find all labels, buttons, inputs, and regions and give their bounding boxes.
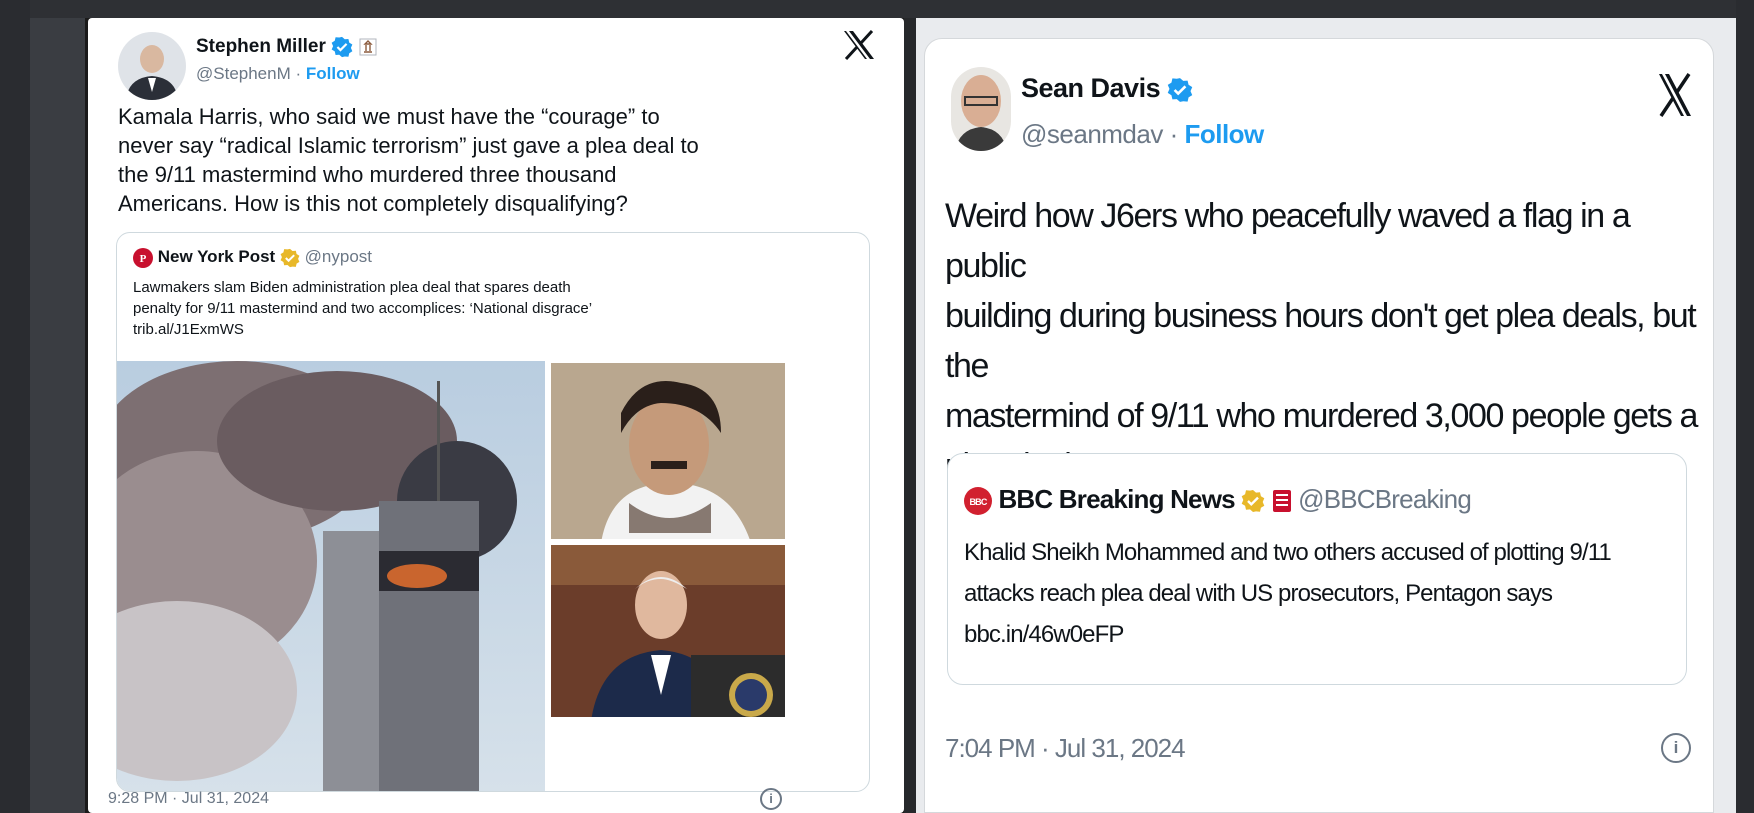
wtc-smoke-photo[interactable]	[117, 361, 545, 791]
verified-badge-icon	[1167, 77, 1193, 102]
bbc-news-logo-icon: BBC	[964, 487, 992, 516]
quote-headline: Lawmakers slam Biden administration plea…	[133, 277, 592, 340]
author-handle-row: @seanmdav · Follow	[1021, 119, 1264, 150]
government-badge-icon	[359, 38, 377, 56]
khalid-sheikh-mohammed-photo[interactable]	[549, 361, 787, 541]
quote-header: BBC BBC Breaking News @BBCBreaking	[964, 484, 1472, 516]
quote-headline-line: Khalid Sheikh Mohammed and two others ac…	[964, 539, 1612, 566]
tweet-line: mastermind of 9/11 who murdered 3,000 pe…	[945, 397, 1698, 435]
separator: ·	[290, 64, 306, 83]
affiliate-badge-icon	[1272, 490, 1291, 513]
follow-button[interactable]: Follow	[306, 64, 360, 83]
svg-text:P: P	[140, 253, 147, 265]
avatar[interactable]	[118, 32, 186, 100]
tweet-text: Kamala Harris, who said we must have the…	[118, 102, 699, 218]
panel-divider	[904, 18, 916, 813]
author-handle-row: @StephenM · Follow	[196, 64, 360, 84]
quote-source-name[interactable]: New York Post	[158, 247, 275, 266]
tweet-line: the 9/11 mastermind who murdered three t…	[118, 162, 617, 187]
info-icon[interactable]: i	[760, 788, 782, 810]
quoted-tweet[interactable]: BBC BBC Breaking News @BBCBreaking Khali…	[947, 453, 1687, 685]
tweet-line: building during business hours don't get…	[945, 297, 1697, 385]
tweet-text: Weird how J6ers who peacefully waved a f…	[945, 191, 1713, 491]
tweet-line: never say “radical Islamic terrorism” ju…	[118, 133, 699, 158]
quote-headline: Khalid Sheikh Mohammed and two others ac…	[964, 532, 1612, 655]
info-icon[interactable]: i	[1661, 733, 1691, 763]
verified-badge-icon	[331, 36, 353, 58]
quote-link[interactable]: bbc.in/46w0eFP	[964, 614, 1611, 655]
quote-source-handle[interactable]: @nypost	[305, 247, 372, 266]
tweet-timestamp[interactable]: 9:28 PM · Jul 31, 2024	[108, 790, 269, 808]
tweet-card-right[interactable]: Sean Davis @seanmdav · Follow Weird how …	[924, 38, 1714, 813]
follow-button[interactable]: Follow	[1184, 119, 1264, 149]
screen-bezel-left	[0, 0, 30, 813]
quote-source-name[interactable]: BBC Breaking News	[998, 484, 1235, 514]
quote-link[interactable]: trib.al/J1ExmWS	[133, 319, 592, 340]
author-handle[interactable]: @seanmdav	[1021, 119, 1163, 149]
quote-header: P New York Post @nypost	[133, 247, 372, 268]
quoted-tweet[interactable]: P New York Post @nypost Lawmakers slam B…	[116, 232, 870, 792]
tweet-card-left[interactable]: Stephen Miller @StephenM · Follow Kamala…	[88, 18, 904, 813]
screen-bezel-top	[30, 0, 1754, 18]
nypost-logo-icon: P	[133, 247, 153, 268]
quote-headline-line: penalty for 9/11 mastermind and two acco…	[133, 300, 593, 317]
author-name-text[interactable]: Sean Davis	[1021, 73, 1161, 103]
author-name[interactable]: Sean Davis	[1021, 73, 1193, 104]
gold-verified-badge-icon	[280, 248, 300, 267]
screen-bezel-inner	[30, 0, 85, 813]
svg-text:BBC: BBC	[969, 497, 987, 507]
author-name-text[interactable]: Stephen Miller	[196, 36, 326, 57]
tweet-timestamp[interactable]: 7:04 PM · Jul 31, 2024	[945, 733, 1186, 764]
tweet-line: Americans. How is this not completely di…	[118, 191, 628, 216]
quote-source-handle[interactable]: @BBCBreaking	[1298, 484, 1472, 514]
screen-bezel-right	[1736, 0, 1754, 813]
avatar[interactable]	[951, 67, 1011, 151]
gold-verified-badge-icon	[1241, 490, 1265, 513]
author-handle[interactable]: @StephenM	[196, 64, 291, 83]
author-name[interactable]: Stephen Miller	[196, 36, 378, 58]
x-logo-icon[interactable]	[842, 29, 876, 65]
tweet-line: Weird how J6ers who peacefully waved a f…	[945, 197, 1631, 285]
quote-headline-line: attacks reach plea deal with US prosecut…	[964, 580, 1553, 607]
x-logo-icon[interactable]	[1657, 73, 1693, 122]
quote-headline-line: Lawmakers slam Biden administration plea…	[133, 279, 571, 296]
biden-photo[interactable]	[549, 543, 787, 719]
separator: ·	[1162, 119, 1185, 149]
tweet-line: Kamala Harris, who said we must have the…	[118, 104, 660, 129]
